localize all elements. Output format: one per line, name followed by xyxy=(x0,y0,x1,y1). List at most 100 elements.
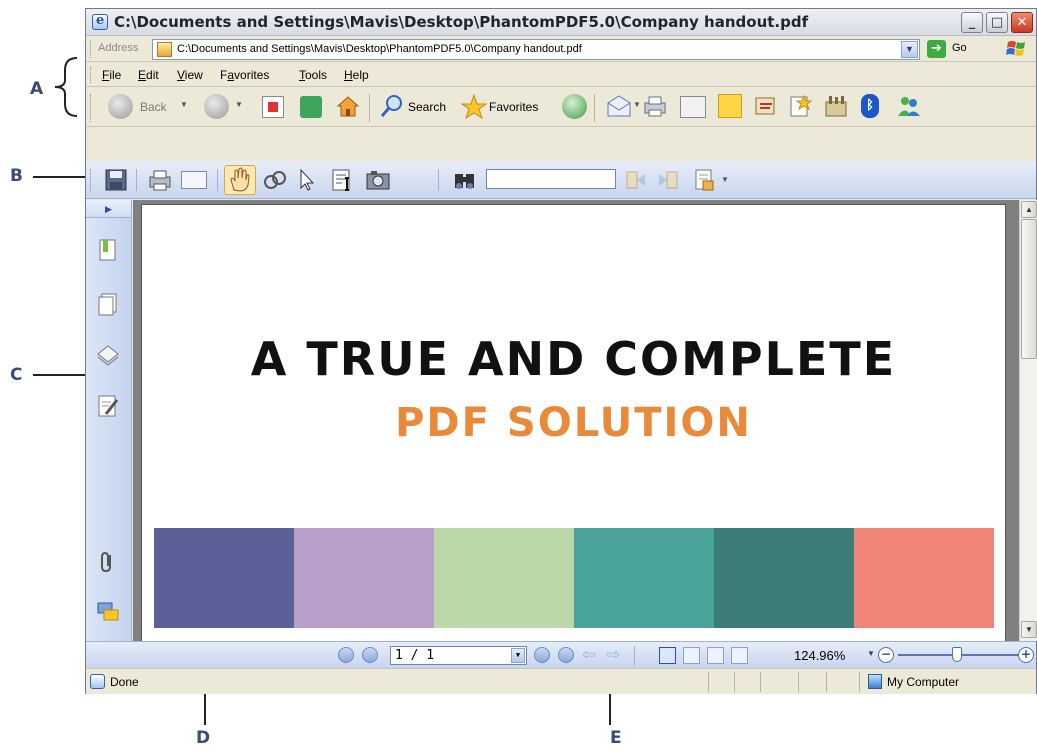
select-arrow-icon[interactable] xyxy=(295,168,319,192)
annotation-b: B xyxy=(10,166,23,186)
bluetooth-icon[interactable]: ᛒ xyxy=(861,94,879,118)
scroll-down-arrow-icon[interactable]: ▼ xyxy=(1021,621,1037,638)
color-block-3 xyxy=(434,528,574,628)
layers-icon[interactable] xyxy=(96,342,120,366)
menu-file[interactable]: File xyxy=(102,68,121,82)
document-subheadline: PDF SOLUTION xyxy=(395,400,752,446)
forward-dropdown-icon[interactable]: ▼ xyxy=(235,100,243,109)
toolbar-grip[interactable] xyxy=(90,94,93,122)
mail-dropdown-icon[interactable]: ▼ xyxy=(633,100,641,109)
page-options-icon[interactable] xyxy=(693,168,717,192)
vertical-scrollbar[interactable]: ▲ ▼ xyxy=(1019,200,1037,641)
zoom-dropdown-icon[interactable]: ▼ xyxy=(867,649,875,658)
browser-window: C:\Documents and Settings\Mavis\Desktop\… xyxy=(85,8,1037,694)
zoom-in-icon[interactable]: + xyxy=(1018,647,1034,663)
scroll-thumb[interactable] xyxy=(1021,219,1037,359)
print-icon[interactable] xyxy=(148,168,172,192)
back-arrow-icon[interactable] xyxy=(108,94,133,119)
print-icon[interactable] xyxy=(642,94,668,118)
go-forward-icon[interactable]: ⇨ xyxy=(606,646,620,664)
toolbar-separator xyxy=(594,94,595,122)
zoom-slider-thumb[interactable] xyxy=(952,647,962,662)
email-icon[interactable] xyxy=(181,171,207,189)
document-headline: A TRUE AND COMPLETE xyxy=(250,332,897,386)
color-block-5 xyxy=(714,528,854,628)
find-binoculars-icon[interactable] xyxy=(452,168,476,192)
back-button[interactable]: Back xyxy=(140,100,167,114)
go-back-icon[interactable]: ⇦ xyxy=(582,646,596,664)
save-icon[interactable] xyxy=(104,168,128,192)
address-bar: Address C:\Documents and Settings\Mavis\… xyxy=(86,37,1036,62)
toolbar-grip[interactable] xyxy=(90,41,93,58)
zoom-tool-icon[interactable] xyxy=(262,168,286,192)
page-options-dropdown-icon[interactable]: ▼ xyxy=(721,175,729,184)
facing-view-icon[interactable] xyxy=(707,647,724,664)
toolbar-separator xyxy=(438,169,439,191)
menu-favorites[interactable]: Favorites xyxy=(220,68,269,82)
page-number-field[interactable]: 1 / 1 ▼ xyxy=(390,646,527,665)
status-divider xyxy=(826,672,827,692)
toolbar-grip[interactable] xyxy=(90,169,93,191)
find-previous-icon[interactable] xyxy=(623,168,647,192)
comments-icon[interactable] xyxy=(96,600,120,624)
address-input[interactable]: C:\Documents and Settings\Mavis\Desktop\… xyxy=(152,39,920,60)
address-dropdown-button[interactable]: ▼ xyxy=(901,41,918,58)
page-dropdown-button[interactable]: ▼ xyxy=(511,648,525,663)
messenger-icon[interactable] xyxy=(754,94,778,118)
scroll-up-arrow-icon[interactable]: ▲ xyxy=(1021,201,1037,218)
first-page-icon[interactable] xyxy=(338,647,354,663)
contacts-icon[interactable] xyxy=(896,94,922,118)
expand-panel-button[interactable]: ▶ xyxy=(86,200,131,218)
search-icon[interactable] xyxy=(380,94,404,118)
mail-icon[interactable] xyxy=(606,94,632,118)
toolbar-separator xyxy=(217,169,218,191)
title-bar[interactable]: C:\Documents and Settings\Mavis\Desktop\… xyxy=(86,9,1036,36)
previous-page-icon[interactable] xyxy=(362,647,378,663)
continuous-facing-view-icon[interactable] xyxy=(731,647,748,664)
forward-arrow-icon[interactable] xyxy=(204,94,229,119)
find-input[interactable] xyxy=(486,169,616,189)
zoom-level[interactable]: 124.96% xyxy=(794,648,845,663)
annotation-a: A xyxy=(30,79,44,99)
menu-edit[interactable]: Edit xyxy=(138,68,159,82)
bookmarks-icon[interactable] xyxy=(96,238,120,262)
single-page-view-icon[interactable] xyxy=(659,647,676,664)
document-view[interactable]: A TRUE AND COMPLETE PDF SOLUTION xyxy=(133,200,1019,641)
home-icon[interactable] xyxy=(336,94,360,118)
continuous-view-icon[interactable] xyxy=(683,647,700,664)
stop-icon[interactable] xyxy=(262,96,284,118)
menu-view[interactable]: View xyxy=(177,68,203,82)
attachments-paperclip-icon[interactable] xyxy=(96,550,120,574)
find-next-icon[interactable] xyxy=(657,168,681,192)
back-dropdown-icon[interactable]: ▼ xyxy=(180,100,188,109)
close-button[interactable]: ✕ xyxy=(1011,12,1033,33)
select-text-icon[interactable] xyxy=(330,168,354,192)
close-icon: ✕ xyxy=(1016,15,1028,30)
sticky-note-icon[interactable] xyxy=(718,94,742,118)
research-icon[interactable] xyxy=(788,94,813,118)
signatures-icon[interactable] xyxy=(96,394,120,418)
refresh-icon[interactable] xyxy=(300,96,322,118)
go-arrow-icon[interactable]: ➔ xyxy=(927,40,946,58)
next-page-icon[interactable] xyxy=(534,647,550,663)
media-icon[interactable] xyxy=(824,94,848,118)
last-page-icon[interactable] xyxy=(558,647,574,663)
maximize-button[interactable]: □ xyxy=(986,12,1008,33)
menu-tools[interactable]: Tools xyxy=(299,68,327,82)
favorites-button[interactable]: Favorites xyxy=(489,100,538,114)
pdf-file-icon xyxy=(157,42,172,57)
go-button[interactable]: Go xyxy=(952,42,967,54)
favorites-star-icon[interactable] xyxy=(460,93,488,120)
menu-help[interactable]: Help xyxy=(344,68,369,82)
hand-tool-icon[interactable] xyxy=(224,165,256,195)
minimize-button[interactable]: _ xyxy=(961,12,983,33)
toolbar-grip[interactable] xyxy=(90,67,93,83)
status-bar: Done My Computer xyxy=(86,668,1036,694)
edit-page-icon[interactable] xyxy=(680,96,706,118)
snapshot-camera-icon[interactable] xyxy=(365,168,390,192)
pages-icon[interactable] xyxy=(96,292,120,316)
history-icon[interactable] xyxy=(562,94,587,119)
annotation-c-line xyxy=(33,374,86,376)
search-button[interactable]: Search xyxy=(408,100,446,114)
zoom-out-icon[interactable]: − xyxy=(878,647,894,663)
